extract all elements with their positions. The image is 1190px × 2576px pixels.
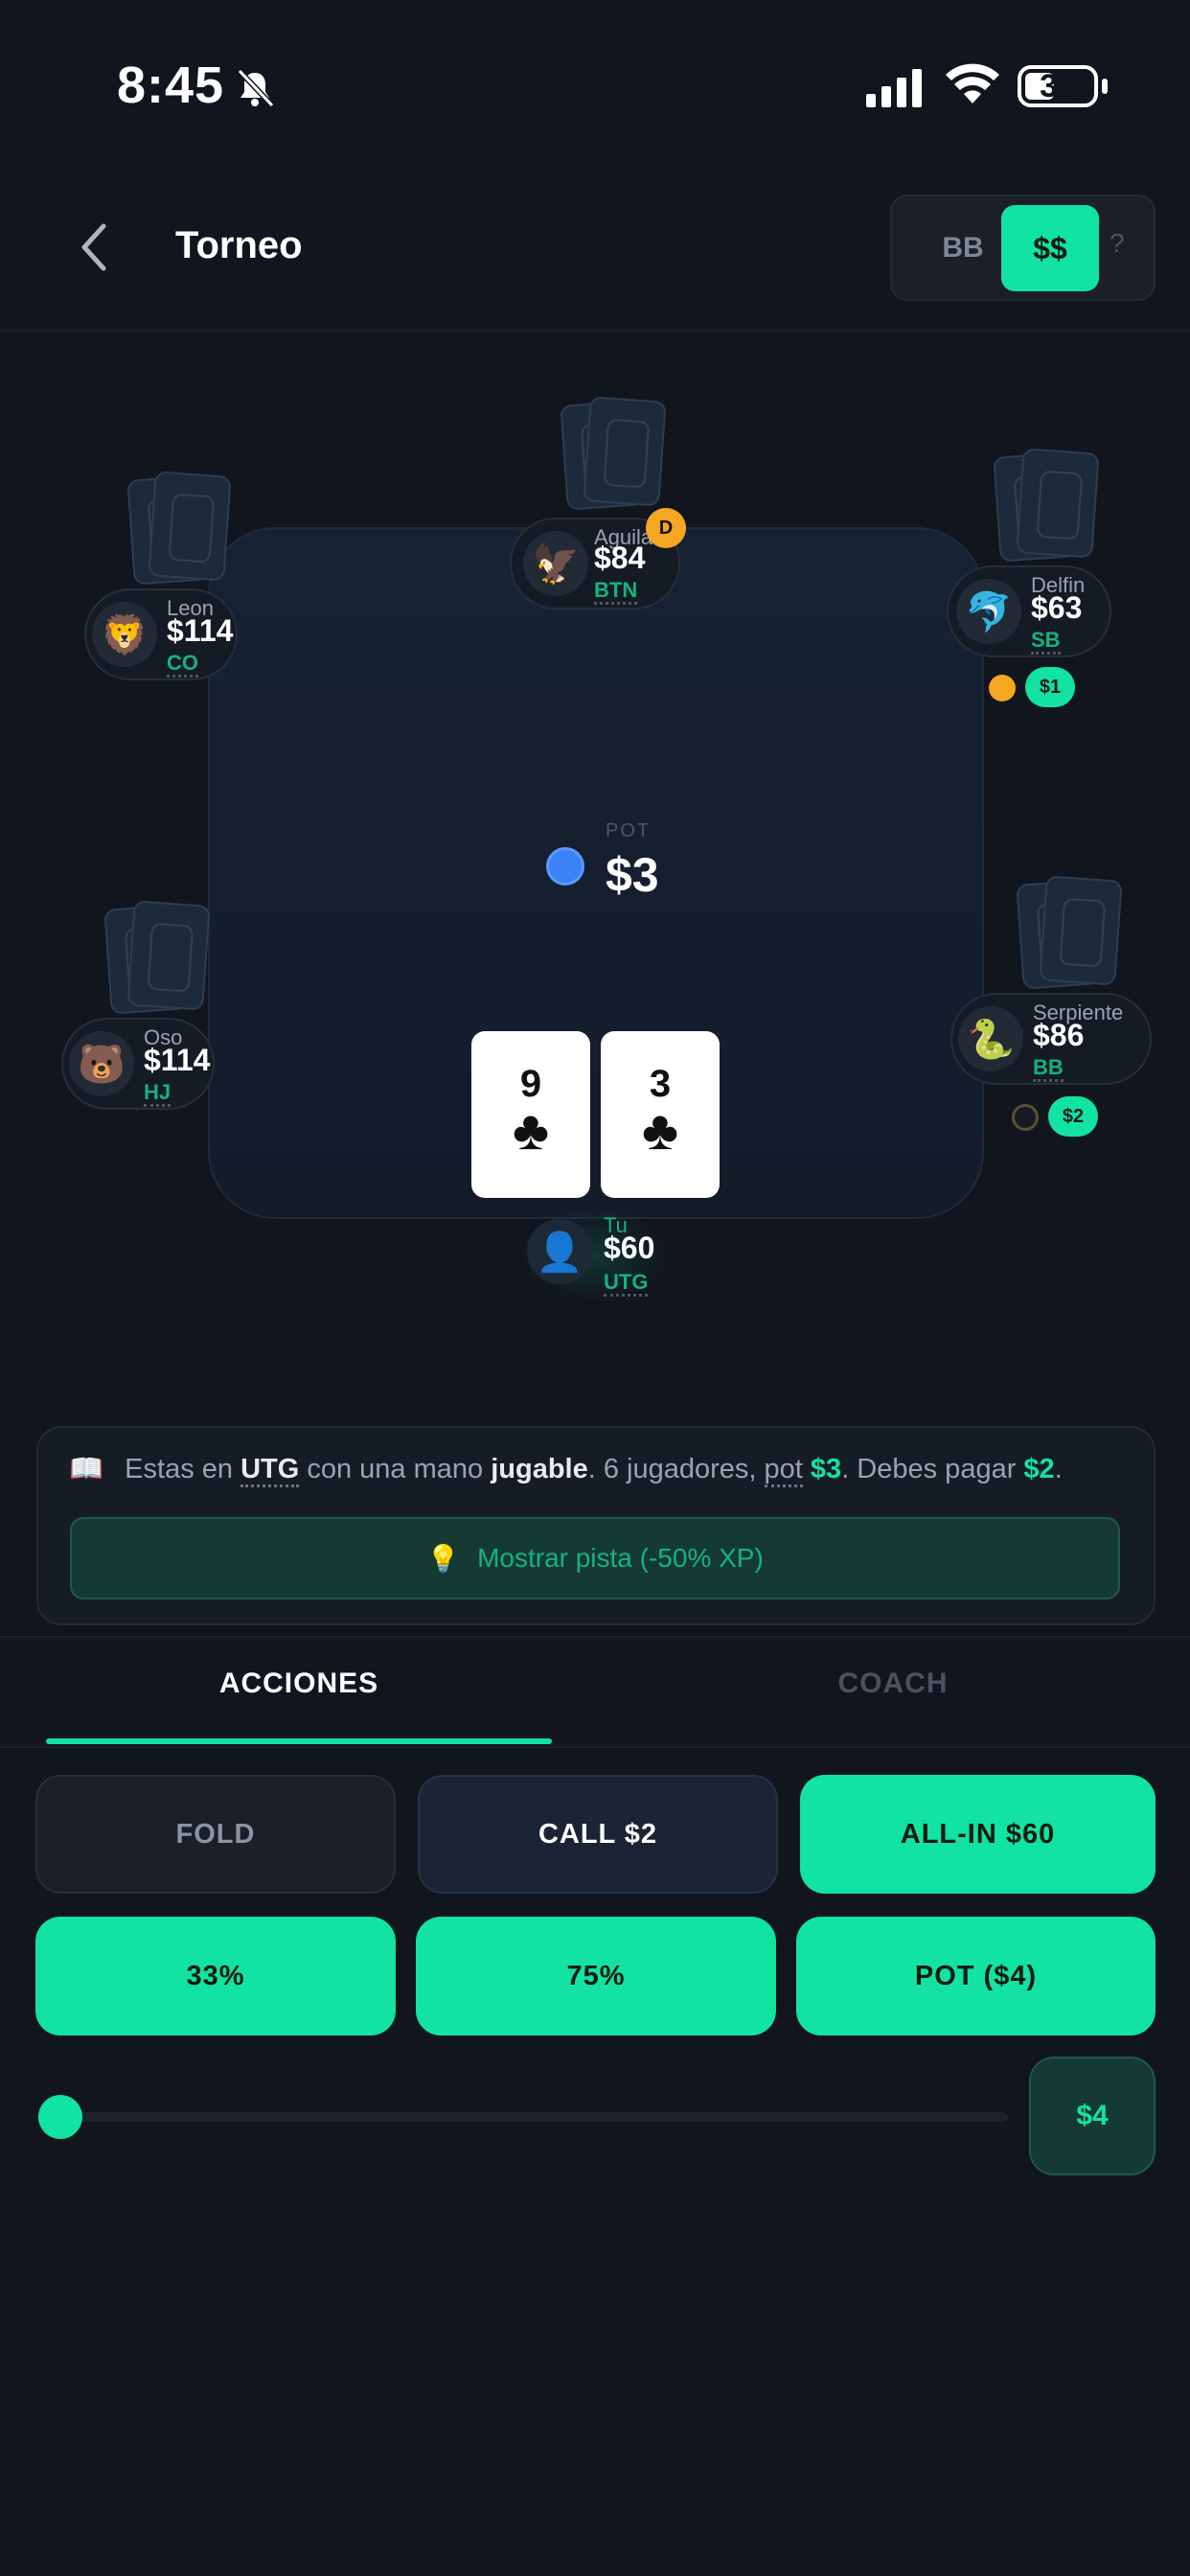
section-divider <box>0 1636 1190 1638</box>
player-position: HJ <box>144 1080 172 1108</box>
hero-card-2: 3 ♣ <box>601 1031 720 1198</box>
situation-hand-quality: jugable <box>491 1454 588 1484</box>
bet-slider-thumb[interactable] <box>38 2095 82 2139</box>
battery-nub <box>1102 79 1108 94</box>
player-stack: $63 <box>1031 590 1083 625</box>
player-position: CO <box>167 651 198 678</box>
card-back <box>148 471 232 582</box>
silent-bell-icon <box>237 68 275 108</box>
show-hint-button[interactable]: 💡 Mostrar pista (-50% XP) <box>70 1517 1120 1599</box>
bet-75-button[interactable]: 75% <box>416 1917 776 2036</box>
dealer-button: D <box>646 508 686 548</box>
bet-pot-button[interactable]: POT ($4) <box>796 1917 1156 2036</box>
pot-label: POT <box>606 820 652 841</box>
bet-chip <box>1012 1104 1039 1131</box>
card-back <box>126 900 211 1011</box>
situation-text-part: . 6 jugadores, <box>587 1454 765 1484</box>
bet-slider-track[interactable] <box>57 2112 1008 2122</box>
card-back <box>1039 875 1123 986</box>
bet-amount: $2 <box>1048 1096 1098 1137</box>
player-position: BTN <box>594 578 638 606</box>
book-icon: 📖 <box>69 1454 104 1484</box>
all-in-button[interactable]: ALL-IN $60 <box>800 1775 1156 1894</box>
status-time: 8:45 <box>117 57 225 114</box>
player-stack: $84 <box>594 540 646 575</box>
situation-text-part: con una mano <box>299 1454 492 1484</box>
player-position: UTG <box>604 1270 649 1298</box>
tab-actions[interactable]: ACCIONES <box>46 1668 552 1725</box>
situation-text-part: Estas en <box>125 1454 241 1484</box>
bet-amount-field[interactable]: $4 <box>1029 2057 1156 2175</box>
help-button[interactable]: ? <box>1110 228 1125 259</box>
bet-chip <box>989 675 1016 702</box>
card-rank: 3 <box>649 1063 672 1105</box>
player-position: BB <box>1033 1055 1064 1083</box>
call-button[interactable]: CALL $2 <box>418 1775 778 1894</box>
avatar-serpiente: 🐍 <box>958 1006 1023 1071</box>
bet-amount: $1 <box>1025 667 1075 707</box>
header-divider <box>0 330 1190 332</box>
hero-card-1: 9 ♣ <box>471 1031 590 1198</box>
player-stack: $114 <box>167 613 234 648</box>
situation-to-call: $2 <box>1023 1454 1055 1484</box>
poker-table <box>208 527 984 1219</box>
battery-icon: 35 <box>1018 65 1098 107</box>
fold-button[interactable]: FOLD <box>35 1775 396 1894</box>
player-stack: $60 <box>604 1230 655 1265</box>
situation-text-part: . Debes pagar <box>841 1454 1024 1484</box>
situation-position: UTG <box>240 1454 300 1487</box>
bet-33-button[interactable]: 33% <box>35 1917 396 2036</box>
player-stack: $86 <box>1033 1018 1085 1052</box>
avatar-delfin: 🐬 <box>956 579 1021 644</box>
page-title: Torneo <box>175 224 303 266</box>
avatar-hero: 👤 <box>527 1219 592 1284</box>
situation-text-part: . <box>1054 1454 1063 1484</box>
club-suit-icon: ♣ <box>641 1099 679 1162</box>
club-suit-icon: ♣ <box>512 1099 550 1162</box>
toggle-bb-button[interactable]: BB <box>915 217 1011 280</box>
active-tab-indicator <box>46 1738 552 1744</box>
show-hint-label: Mostrar pista (-50% XP) <box>477 1543 764 1573</box>
player-position: SB <box>1031 628 1061 656</box>
lightbulb-icon: 💡 <box>426 1543 461 1574</box>
toggle-dollars-button[interactable]: $$ <box>1001 205 1099 291</box>
avatar-leon: 🦁 <box>92 602 157 667</box>
pot-chip <box>546 847 584 886</box>
player-stack: $114 <box>144 1043 211 1077</box>
tab-divider <box>0 1746 1190 1748</box>
avatar-aguila: 🦅 <box>523 531 588 596</box>
battery-level: 35 <box>1040 67 1076 104</box>
situation-text: 📖 Estas en UTG con una mano jugable. 6 j… <box>69 1453 1142 1487</box>
situation-pot-word: pot <box>764 1454 803 1487</box>
avatar-oso: 🐻 <box>69 1031 134 1096</box>
tab-coach[interactable]: COACH <box>644 1668 1142 1725</box>
pot-value: $3 <box>606 848 659 902</box>
card-rank: 9 <box>519 1063 542 1105</box>
situation-text-part <box>803 1454 811 1484</box>
card-back <box>1016 448 1100 559</box>
back-chevron-icon[interactable] <box>77 220 111 274</box>
card-back <box>583 396 667 507</box>
cellular-signal-icon <box>866 69 922 107</box>
wifi-icon <box>946 63 999 104</box>
situation-pot-amount: $3 <box>810 1454 842 1484</box>
